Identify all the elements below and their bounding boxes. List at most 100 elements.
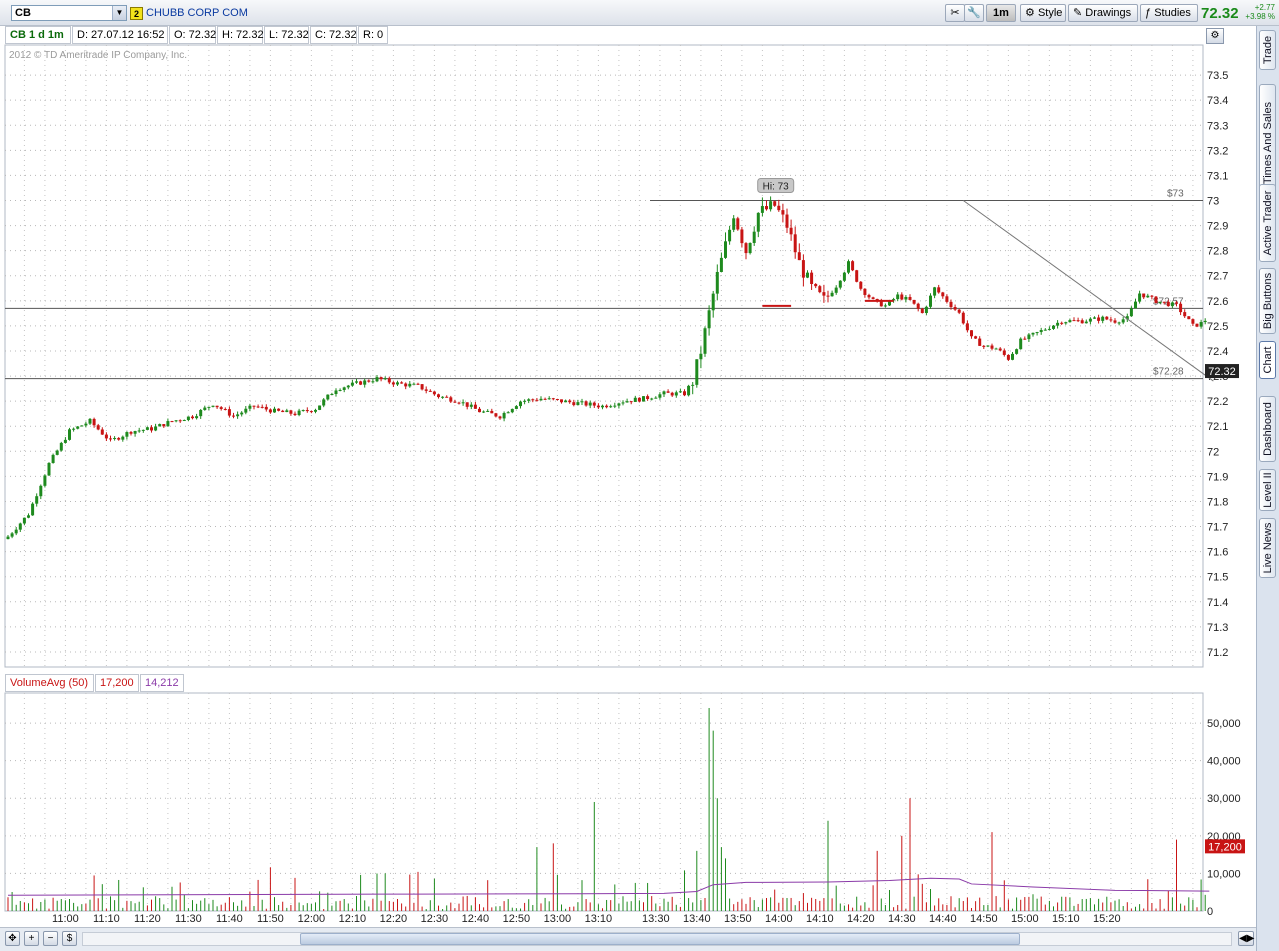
candle-body (174, 420, 178, 422)
candle-body (363, 380, 367, 385)
zoom-in-icon[interactable]: + (24, 931, 39, 946)
volume-value: 17,200 (95, 674, 139, 692)
candle-body (104, 434, 108, 439)
candle-body (461, 402, 465, 404)
candle-body (797, 252, 801, 261)
candle-body (867, 294, 871, 298)
tab-live-news[interactable]: Live News (1259, 518, 1276, 578)
candle-body (182, 420, 186, 422)
candle-body (842, 272, 846, 281)
scrollbar-thumb[interactable] (300, 933, 1020, 945)
zoom-out-icon[interactable]: − (43, 931, 58, 946)
candle-body (113, 438, 117, 440)
candle-body (338, 389, 342, 391)
time-tick-label: 14:50 (970, 913, 998, 925)
candle-body (424, 389, 428, 391)
candle-body (765, 206, 768, 210)
candle-body (14, 529, 18, 534)
tab-trade-label: Trade (1261, 35, 1274, 65)
candle-body (27, 515, 30, 518)
candle-body (851, 261, 855, 271)
tab-level-ii[interactable]: Level II (1259, 469, 1276, 511)
candle-body (285, 410, 289, 413)
candle-body (646, 396, 650, 400)
chart-canvas[interactable]: 73.5 73.4 73.3 73.2 73.1 73 72.9 72.8 72.7 72.6 72… (0, 0, 1256, 927)
candle-body (133, 431, 137, 434)
candle-body (1199, 322, 1203, 327)
price-scale-icon[interactable]: $ (62, 931, 77, 946)
candle-body (514, 406, 518, 409)
candle-body (314, 409, 317, 412)
candle-body (564, 400, 568, 403)
time-tick-label: 13:50 (724, 913, 752, 925)
price-tick-label: 72.5 (1207, 321, 1228, 333)
candle-body (699, 353, 703, 360)
candle-body (965, 323, 969, 331)
candle-body (1027, 334, 1031, 340)
candle-body (490, 410, 494, 414)
candle-body (1060, 322, 1064, 324)
candle-body (650, 398, 654, 400)
candle-body (1162, 301, 1166, 303)
tab-chart[interactable]: Chart (1259, 341, 1276, 379)
candle-body (629, 401, 633, 403)
candle-body (555, 398, 559, 400)
candle-body (486, 410, 490, 412)
candle-body (240, 412, 244, 415)
price-tick-label: 71.3 (1207, 622, 1228, 634)
candle-body (666, 391, 670, 393)
candle-body (441, 396, 445, 398)
candle-body (63, 439, 67, 443)
candle-body (117, 438, 121, 440)
candle-body (933, 287, 937, 296)
candle-body (683, 391, 686, 396)
price-tick-label: 71.4 (1207, 597, 1228, 609)
time-tick-label: 11:00 (52, 913, 79, 925)
tab-dashboard[interactable]: Dashboard (1259, 396, 1276, 462)
candle-body (990, 345, 994, 349)
pan-icon[interactable]: ✥ (5, 931, 20, 946)
time-tick-label: 14:40 (929, 913, 957, 925)
candle-body (785, 214, 789, 228)
bottom-toolbar: ✥ + − $ ◀▶ (0, 927, 1256, 951)
candle-body (1072, 320, 1076, 322)
tab-active-trader[interactable]: Active Trader (1259, 184, 1276, 262)
candle-body (920, 308, 924, 314)
candle-body (1015, 349, 1019, 354)
price-pane (4, 44, 1204, 668)
candle-body (268, 409, 272, 413)
candle-body (141, 429, 145, 431)
candle-body (847, 261, 850, 273)
tab-trade[interactable]: Trade (1259, 30, 1276, 70)
candle-body (1039, 330, 1043, 333)
candle-body (334, 390, 338, 395)
time-tick-label: 14:00 (765, 913, 793, 925)
price-tick-label: 72 (1207, 446, 1219, 458)
tab-big-buttons[interactable]: Big Buttons (1259, 268, 1276, 334)
price-tick-label: 71.2 (1207, 647, 1228, 659)
expand-icon[interactable]: ◀▶ (1238, 931, 1254, 946)
candle-body (342, 387, 346, 390)
candle-body (777, 205, 781, 211)
candle-body (453, 401, 457, 403)
time-tick-label: 14:30 (888, 913, 916, 925)
candle-body (810, 272, 814, 284)
candle-body (929, 295, 932, 307)
time-tick-label: 11:20 (134, 913, 161, 925)
candle-body (814, 283, 818, 287)
candle-body (1187, 316, 1191, 320)
price-tick-label: 73 (1207, 196, 1219, 208)
candle-body (236, 414, 240, 417)
candle-body (416, 383, 420, 385)
candle-body (297, 410, 301, 416)
candle-body (207, 406, 211, 408)
volume-tick-label: 10,000 (1207, 868, 1241, 880)
candle-body (818, 286, 822, 293)
candle-body (506, 412, 510, 414)
candle-body (871, 297, 875, 299)
candle-body (1097, 317, 1101, 321)
candle-body (1150, 295, 1154, 297)
candle-body (383, 378, 387, 380)
candle-body (695, 359, 699, 385)
volume-study-label[interactable]: VolumeAvg (50) (5, 674, 94, 692)
